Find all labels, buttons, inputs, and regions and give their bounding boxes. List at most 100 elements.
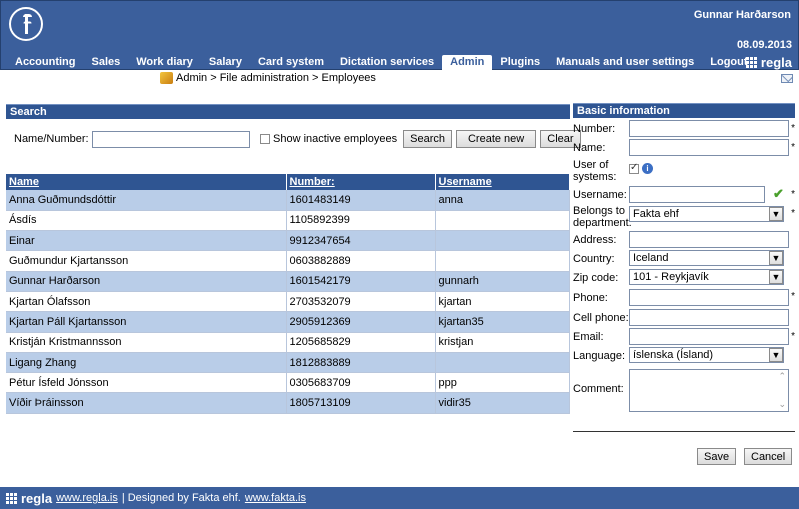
cell-number: 1601542179 bbox=[286, 271, 436, 292]
nav-admin[interactable]: Admin bbox=[442, 55, 493, 71]
user-of-systems-checkbox[interactable] bbox=[629, 162, 639, 174]
users-folder-icon bbox=[160, 72, 173, 84]
cell-phone-label: Cell phone: bbox=[573, 311, 629, 324]
nav-manuals-settings[interactable]: Manuals and user settings bbox=[548, 55, 702, 71]
email-row: Email: * bbox=[573, 327, 795, 346]
phone-input[interactable] bbox=[629, 289, 789, 306]
email-input[interactable] bbox=[629, 328, 789, 345]
info-icon[interactable]: i bbox=[642, 163, 653, 174]
regla-link[interactable]: www.regla.is bbox=[56, 492, 118, 504]
cell-username: anna bbox=[435, 190, 570, 211]
nav-work-diary[interactable]: Work diary bbox=[128, 55, 201, 71]
department-select[interactable]: Fakta ehf ▼ bbox=[629, 206, 784, 222]
cell-phone-row: Cell phone: bbox=[573, 308, 795, 327]
cell-name: Einar bbox=[6, 230, 287, 252]
nav-accounting[interactable]: Accounting bbox=[7, 55, 84, 71]
language-row: Language: íslenska (Ísland) ▼ bbox=[573, 346, 795, 365]
address-label: Address: bbox=[573, 233, 617, 246]
table-row[interactable]: Guðmundur Kjartansson 0603882889 bbox=[6, 250, 570, 272]
username-row: Username: ✔ * bbox=[573, 185, 795, 204]
number-input[interactable] bbox=[629, 120, 789, 137]
table-row[interactable]: Kjartan Ólafsson 2703532079 kjartan bbox=[6, 291, 570, 313]
cell-name: Kjartan Páll Kjartansson bbox=[6, 311, 287, 333]
zip-value: 101 - Reykjavík bbox=[633, 271, 709, 283]
search-button[interactable]: Search bbox=[403, 130, 452, 148]
name-input[interactable] bbox=[629, 139, 789, 156]
cell-name: Guðmundur Kjartansson bbox=[6, 250, 287, 272]
comment-textarea[interactable]: ⌃ ⌄ bbox=[629, 369, 789, 412]
create-new-button[interactable]: Create new bbox=[455, 130, 537, 148]
address-input[interactable] bbox=[629, 231, 789, 248]
col-number-header[interactable]: Number: bbox=[286, 174, 436, 190]
cell-username bbox=[435, 352, 570, 374]
table-row[interactable]: Anna Guðmundsdóttir 1601483149 anna bbox=[6, 190, 570, 211]
country-select[interactable]: Iceland ▼ bbox=[629, 250, 784, 266]
save-button[interactable]: Save bbox=[697, 448, 737, 465]
email-label: Email: bbox=[573, 330, 604, 343]
cell-number: 1105892399 bbox=[286, 210, 436, 232]
country-label: Country: bbox=[573, 252, 615, 265]
phone-label: Phone: bbox=[573, 291, 608, 304]
username-input[interactable] bbox=[629, 186, 765, 203]
mail-icon[interactable] bbox=[781, 74, 793, 83]
col-name-header[interactable]: Name bbox=[6, 174, 287, 190]
required-mark: * bbox=[791, 208, 795, 219]
nav-plugins[interactable]: Plugins bbox=[492, 55, 548, 71]
nav-card-system[interactable]: Card system bbox=[250, 55, 332, 71]
current-date: 08.09.2013 bbox=[736, 39, 792, 51]
fakta-logo-icon[interactable] bbox=[9, 7, 43, 41]
cell-username: kjartan bbox=[435, 291, 570, 313]
current-user[interactable]: Gunnar Harðarson bbox=[694, 9, 791, 21]
required-mark: * bbox=[791, 331, 795, 342]
language-select[interactable]: íslenska (Ísland) ▼ bbox=[629, 347, 784, 363]
scroll-up-icon[interactable]: ⌃ bbox=[778, 371, 786, 382]
cell-phone-input[interactable] bbox=[629, 309, 789, 326]
country-value: Iceland bbox=[633, 252, 669, 264]
table-row[interactable]: Víðir Þráinsson 1805713109 vidir35 bbox=[6, 392, 570, 414]
cell-number: 1205685829 bbox=[286, 332, 436, 353]
app-footer: regla www.regla.is | Designed by Fakta e… bbox=[0, 487, 799, 509]
employees-table: Name Number: Username Anna Guðmundsdótti… bbox=[6, 174, 570, 414]
cell-name: Kjartan Ólafsson bbox=[6, 291, 287, 313]
department-value: Fakta ehf bbox=[633, 208, 679, 220]
scroll-down-icon[interactable]: ⌄ bbox=[778, 399, 786, 410]
show-inactive-checkbox[interactable] bbox=[260, 134, 270, 144]
chevron-down-icon: ▼ bbox=[769, 348, 783, 362]
nav-sales[interactable]: Sales bbox=[84, 55, 129, 71]
basic-info-form: Number: * Name: * User of systems: i Use… bbox=[573, 119, 795, 465]
cell-number: 0305683709 bbox=[286, 372, 436, 394]
cell-name: Gunnar Harðarson bbox=[6, 271, 287, 292]
cell-number: 9912347654 bbox=[286, 230, 436, 252]
table-row[interactable]: Ásdís 1105892399 bbox=[6, 210, 570, 232]
breadcrumb-text: Admin > File administration > Employees bbox=[176, 72, 376, 84]
number-label: Number: bbox=[573, 122, 616, 135]
user-of-systems-label: User of systems: bbox=[573, 159, 617, 183]
cell-username: ppp bbox=[435, 372, 570, 394]
cell-name: Víðir Þráinsson bbox=[6, 392, 287, 414]
cancel-button[interactable]: Cancel bbox=[744, 448, 793, 465]
table-row[interactable]: Kjartan Páll Kjartansson 2905912369 kjarta… bbox=[6, 311, 570, 333]
fakta-link[interactable]: www.fakta.is bbox=[245, 492, 306, 504]
name-number-input[interactable] bbox=[92, 130, 250, 148]
country-row: Country: Iceland ▼ bbox=[573, 249, 795, 268]
check-valid-icon: ✔ bbox=[773, 186, 784, 201]
col-username-header[interactable]: Username bbox=[435, 174, 570, 190]
zip-label: Zip code: bbox=[573, 271, 619, 284]
phone-row: Phone: * bbox=[573, 287, 795, 308]
regla-brand-text: regla bbox=[760, 55, 792, 70]
nav-dictation-services[interactable]: Dictation services bbox=[332, 55, 442, 71]
table-row[interactable]: Kristján Kristmannsson 1205685829 kristjan bbox=[6, 332, 570, 353]
table-row[interactable]: Ligang Zhang 1812883889 bbox=[6, 352, 570, 374]
cell-name: Kristján Kristmannsson bbox=[6, 332, 287, 353]
zip-select[interactable]: 101 - Reykjavík ▼ bbox=[629, 269, 784, 285]
table-row[interactable]: Gunnar Harðarson 1601542179 gunnarh bbox=[6, 271, 570, 292]
department-row: Belongs to department: Fakta ehf ▼ * bbox=[573, 204, 795, 230]
nav-salary[interactable]: Salary bbox=[201, 55, 250, 71]
nav-logout[interactable]: Logout bbox=[702, 55, 755, 71]
table-row[interactable]: Pétur Ísfeld Jónsson 0305683709 ppp bbox=[6, 372, 570, 394]
table-row[interactable]: Einar 9912347654 bbox=[6, 230, 570, 252]
cell-number: 0603882889 bbox=[286, 250, 436, 272]
required-mark: * bbox=[791, 291, 795, 302]
cell-username bbox=[435, 230, 570, 252]
footer-brand: regla bbox=[21, 490, 53, 506]
